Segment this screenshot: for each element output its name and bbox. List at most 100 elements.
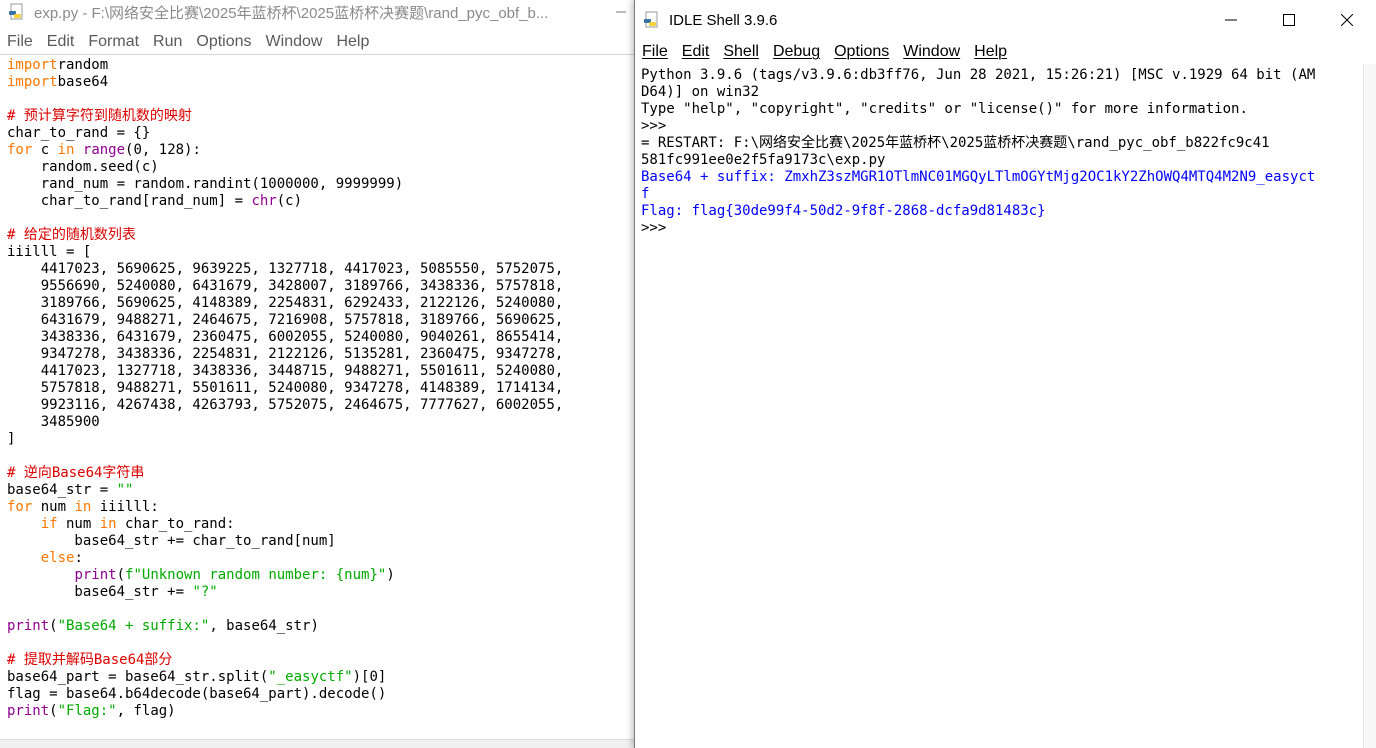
code-token: # 预计算字符到随机数的映射 [7, 108, 192, 124]
editor-menu-help[interactable]: Help [329, 33, 376, 51]
code-token: Base64 + suffix: ZmxhZ3szMGR1OTlmNC01MGQ… [641, 169, 1316, 185]
shell-titlebar[interactable]: IDLE Shell 3.9.6 [635, 0, 1376, 40]
shell-menu-help[interactable]: Help [967, 43, 1014, 61]
editor-menubar: File Edit Format Run Options Window Help [0, 30, 634, 55]
code-token: : [74, 550, 83, 566]
shell-menu-shell[interactable]: Shell [716, 43, 766, 61]
code-token: "Flag:" [57, 703, 117, 719]
shell-line: D64)] on win32 [641, 84, 1376, 101]
code-token: , base64_str) [209, 618, 319, 634]
editor-menu-format[interactable]: Format [81, 33, 146, 51]
shell-window: IDLE Shell 3.9.6 File Edit Shell Debug Optio… [634, 0, 1376, 748]
code-line: print("Base64 + suffix:", base64_str) [7, 618, 634, 635]
code-token: iiilll: [91, 499, 159, 515]
code-line: 4417023, 1327718, 3438336, 3448715, 9488… [7, 363, 634, 380]
code-line: ​ [7, 601, 634, 618]
code-line: ​ [7, 448, 634, 465]
code-token: base64_str += [7, 584, 193, 600]
editor-menu-options[interactable]: Options [189, 33, 258, 51]
code-line: base64_str += "?" [7, 584, 634, 601]
code-line: 6431679, 9488271, 2464675, 7216908, 5757… [7, 312, 634, 329]
editor-code-area[interactable]: importrandomimportbase64​# 预计算字符到随机数的映射c… [0, 57, 634, 740]
code-line: importbase64 [7, 74, 634, 91]
shell-line: >>> [641, 118, 1376, 135]
shell-menu-file[interactable]: File [635, 43, 675, 61]
code-token: base64_str = [7, 482, 117, 498]
code-token: base64_part = base64_str.split( [7, 669, 269, 685]
code-token: import [7, 57, 58, 73]
code-token: for [7, 142, 33, 158]
code-token: if [40, 516, 58, 532]
shell-output-area[interactable]: Python 3.9.6 (tags/v3.9.6:db3ff76, Jun 2… [635, 67, 1376, 740]
code-token: 9347278, 3438336, 2254831, 2122126, 5135… [7, 346, 564, 362]
shell-vertical-scrollbar[interactable] [1363, 64, 1376, 748]
code-token: 9556690, 5240080, 6431679, 3428007, 3189… [7, 278, 564, 294]
code-line: 3485900 [7, 414, 634, 431]
maximize-icon [1283, 14, 1295, 26]
code-token: , flag) [116, 703, 176, 719]
editor-horizontal-scrollbar[interactable] [0, 739, 634, 748]
code-token: 4417023, 5690625, 9639225, 1327718, 4417… [7, 261, 564, 277]
shell-close-button[interactable] [1318, 0, 1376, 40]
code-line: 4417023, 5690625, 9639225, 1327718, 4417… [7, 261, 634, 278]
code-line: print("Flag:", flag) [7, 703, 634, 720]
code-line: char_to_rand = {} [7, 125, 634, 142]
code-token: print [7, 703, 50, 719]
shell-menu-debug[interactable]: Debug [766, 43, 827, 61]
code-token: )[0] [352, 669, 387, 685]
code-token: print [7, 618, 50, 634]
code-line: importrandom [7, 57, 634, 74]
code-token: 6431679, 9488271, 2464675, 7216908, 5757… [7, 312, 564, 328]
code-token: c [32, 142, 58, 158]
code-token: 3189766, 5690625, 4148389, 2254831, 6292… [7, 295, 564, 311]
editor-menu-window[interactable]: Window [259, 33, 330, 51]
code-token: base64_str += char_to_rand[num] [7, 533, 336, 549]
editor-menu-file[interactable]: File [0, 33, 40, 51]
code-line: ​ [7, 210, 634, 227]
code-line: 9347278, 3438336, 2254831, 2122126, 5135… [7, 346, 634, 363]
code-token: "_easyctf" [268, 669, 353, 685]
editor-menu-edit[interactable]: Edit [40, 33, 82, 51]
idle-python-icon [644, 11, 658, 28]
code-token: f [641, 186, 650, 202]
shell-title: IDLE Shell 3.9.6 [669, 11, 778, 29]
shell-minimize-button[interactable] [1202, 0, 1260, 40]
shell-line: Flag: flag{30de99f4-50d2-9f8f-2868-dcfa9… [641, 203, 1376, 220]
shell-menu-window[interactable]: Window [896, 43, 967, 61]
code-token: iiilll = [ [7, 244, 92, 260]
code-token: (c) [276, 193, 303, 209]
editor-titlebar[interactable]: exp.py - F:\网络安全比赛\2025年蓝桥杯\2025蓝桥杯决赛题\r… [0, 0, 634, 24]
code-line: 9556690, 5240080, 6431679, 3428007, 3189… [7, 278, 634, 295]
code-token: char_to_rand = {} [7, 125, 151, 141]
idle-python-icon [9, 3, 23, 20]
code-line: char_to_rand[rand_num] = chr(c) [7, 193, 634, 210]
code-token: num [57, 516, 100, 532]
editor-minimize-button[interactable] [608, 0, 634, 24]
editor-title: exp.py - F:\网络安全比赛\2025年蓝桥杯\2025蓝桥杯决赛题\r… [34, 4, 549, 22]
editor-window: exp.py - F:\网络安全比赛\2025年蓝桥杯\2025蓝桥杯决赛题\r… [0, 0, 634, 748]
code-token: "Base64 + suffix:" [57, 618, 210, 634]
editor-menu-run[interactable]: Run [146, 33, 189, 51]
shell-menubar: File Edit Shell Debug Options Window Help [635, 40, 1376, 64]
shell-menu-edit[interactable]: Edit [675, 43, 717, 61]
code-token: >>> [641, 118, 667, 134]
code-line: flag = base64.b64decode(base64_part).dec… [7, 686, 634, 703]
code-token: Python 3.9.6 (tags/v3.9.6:db3ff76, Jun 2… [641, 67, 1316, 83]
code-token: # 提取并解码Base64部分 [7, 652, 173, 668]
code-token: = RESTART: F:\网络安全比赛\2025年蓝桥杯\2025蓝桥杯决赛题… [641, 135, 1270, 151]
code-line: ] [7, 431, 634, 448]
code-token: 4417023, 1327718, 3438336, 3448715, 9488… [7, 363, 564, 379]
code-line: base64_str += char_to_rand[num] [7, 533, 634, 550]
code-token: Flag: flag{30de99f4-50d2-9f8f-2868-dcfa9… [641, 203, 1046, 219]
code-token: base64 [57, 74, 109, 90]
code-line: 3438336, 6431679, 2360475, 6002055, 5240… [7, 329, 634, 346]
code-token: range [82, 142, 126, 158]
minimize-icon [1225, 19, 1237, 21]
code-line: base64_str = "" [7, 482, 634, 499]
code-line: ​ [7, 91, 634, 108]
code-token: 5757818, 9488271, 5501611, 5240080, 9347… [7, 380, 564, 396]
shell-menu-options[interactable]: Options [827, 43, 896, 61]
shell-maximize-button[interactable] [1260, 0, 1318, 40]
